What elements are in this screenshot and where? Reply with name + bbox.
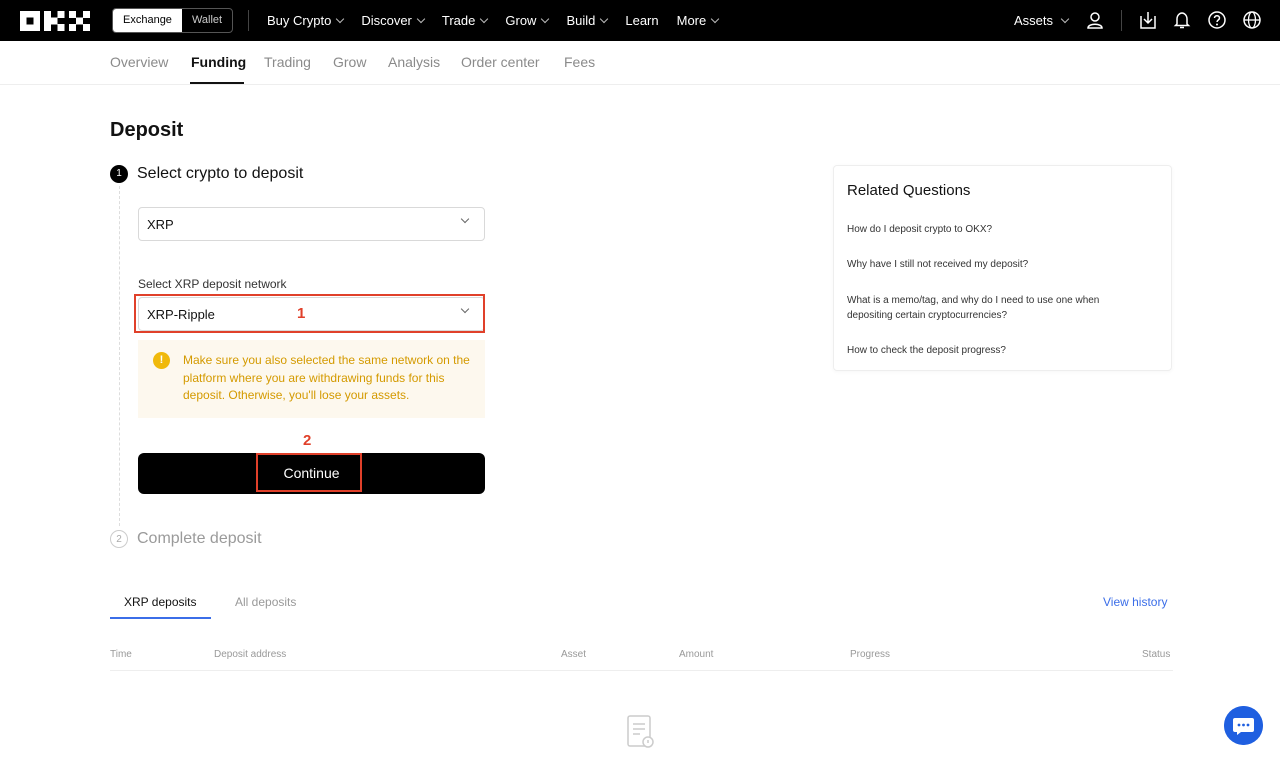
crypto-select[interactable]: XRP <box>138 207 485 241</box>
crypto-select-value: XRP <box>147 217 174 232</box>
column-header-asset: Asset <box>561 649 587 660</box>
tab-all-deposits[interactable]: All deposits <box>235 595 296 609</box>
nav-learn[interactable]: Learn <box>625 13 658 28</box>
step-2-label: Complete deposit <box>137 530 262 547</box>
tab-grow[interactable]: Grow <box>333 54 366 70</box>
exchange-toggle[interactable]: Exchange <box>113 9 182 32</box>
nav-label: Learn <box>625 13 659 28</box>
exchange-wallet-toggle: Exchange Wallet <box>112 8 234 33</box>
warning-icon: ! <box>153 352 170 369</box>
nav-label: Trade <box>441 13 476 28</box>
related-questions-card: Related Questions How do I deposit crypt… <box>833 165 1172 371</box>
nav-label: Grow <box>505 13 537 28</box>
divider <box>248 10 249 31</box>
bell-icon[interactable] <box>1172 10 1192 30</box>
divider <box>1121 10 1122 31</box>
annotation-label-1: 1 <box>297 305 306 322</box>
nav-label: Discover <box>361 13 412 28</box>
network-warning: ! Make sure you also selected the same n… <box>138 340 485 418</box>
chevron-down-icon <box>1060 14 1070 23</box>
faq-link[interactable]: Why have I still not received my deposit… <box>847 257 1147 272</box>
step-2-badge: 2 <box>110 530 128 548</box>
tab-xrp-deposits[interactable]: XRP deposits <box>124 595 197 609</box>
download-icon[interactable] <box>1138 10 1158 30</box>
user-icon[interactable] <box>1085 10 1105 30</box>
nav-trade[interactable]: Trade <box>441 13 489 28</box>
top-navigation-bar: Exchange Wallet Buy Crypto Discover Trad… <box>0 0 1280 41</box>
tab-overview[interactable]: Overview <box>110 54 168 70</box>
globe-icon[interactable] <box>1242 10 1262 30</box>
chevron-down-icon <box>480 14 489 23</box>
faq-link[interactable]: What is a memo/tag, and why do I need to… <box>847 293 1147 323</box>
column-header-time: Time <box>110 649 132 660</box>
empty-document-icon <box>627 715 654 748</box>
okx-logo[interactable] <box>20 11 90 31</box>
nav-discover[interactable]: Discover <box>361 13 426 28</box>
warning-text: Make sure you also selected the same net… <box>183 353 470 402</box>
tab-fees[interactable]: Fees <box>564 54 595 70</box>
assets-label: Assets <box>1014 13 1054 28</box>
related-questions-title: Related Questions <box>847 182 971 199</box>
faq-link[interactable]: How to check the deposit progress? <box>847 343 1147 358</box>
history-tab-underline <box>110 617 211 619</box>
chevron-down-icon <box>600 14 609 23</box>
active-tab-underline <box>190 82 244 84</box>
step-1-label: Select crypto to deposit <box>137 165 304 182</box>
assets-menu[interactable]: Assets <box>1014 13 1070 28</box>
faq-link[interactable]: How do I deposit crypto to OKX? <box>847 222 1147 237</box>
chevron-down-icon <box>710 14 720 23</box>
tab-trading[interactable]: Trading <box>264 54 311 70</box>
annotation-box-2 <box>256 453 362 492</box>
tab-order-center[interactable]: Order center <box>461 54 540 70</box>
nav-grow[interactable]: Grow <box>505 13 550 28</box>
network-label: Select XRP deposit network <box>138 277 287 291</box>
column-header-amount: Amount <box>679 649 714 660</box>
step-1-badge: 1 <box>110 165 128 183</box>
column-header-deposit-address: Deposit address <box>214 649 287 660</box>
chat-support-icon[interactable] <box>1224 706 1263 745</box>
column-header-status: Status <box>1142 649 1171 660</box>
nav-label: Buy Crypto <box>267 13 332 28</box>
nav-buy-crypto[interactable]: Buy Crypto <box>267 13 345 28</box>
account-subnav: Overview Funding Trading Grow Analysis O… <box>0 41 1280 85</box>
chevron-down-icon <box>541 14 550 23</box>
nav-label: More <box>676 13 707 28</box>
help-icon[interactable] <box>1207 10 1227 30</box>
annotation-label-2: 2 <box>303 432 312 449</box>
nav-build[interactable]: Build <box>566 13 609 28</box>
tab-analysis[interactable]: Analysis <box>388 54 440 70</box>
view-history-link[interactable]: View history <box>1103 595 1167 609</box>
nav-more[interactable]: More <box>676 13 720 28</box>
tab-funding[interactable]: Funding <box>191 54 246 70</box>
chevron-down-icon <box>460 214 470 224</box>
chevron-down-icon <box>336 14 345 23</box>
wallet-toggle[interactable]: Wallet <box>182 9 232 32</box>
annotation-box-1 <box>134 294 485 333</box>
chevron-down-icon <box>416 14 426 23</box>
column-header-progress: Progress <box>850 649 891 660</box>
step-connector <box>119 186 120 526</box>
main-nav: Buy Crypto Discover Trade Grow Build Lea… <box>267 0 736 41</box>
page-title: Deposit <box>110 119 184 141</box>
table-header-divider <box>110 670 1173 671</box>
nav-label: Build <box>566 13 596 28</box>
